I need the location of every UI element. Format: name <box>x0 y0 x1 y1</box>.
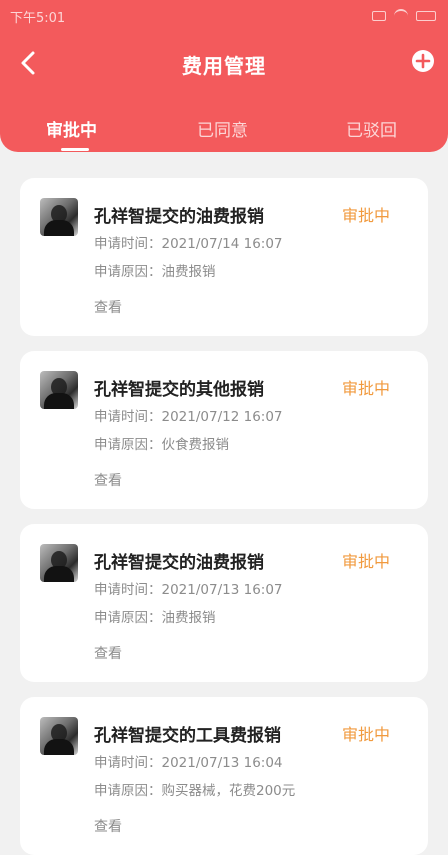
tab-indicator <box>61 148 89 151</box>
tab-approved[interactable]: 已同意 <box>197 116 248 141</box>
view-link[interactable]: 查看 <box>94 297 122 317</box>
status-badge: 审批中 <box>341 379 390 398</box>
view-link[interactable]: 查看 <box>94 643 122 663</box>
status-badge: 审批中 <box>341 725 390 744</box>
expense-card[interactable]: 孔祥智提交的工具费报销 审批中 申请时间：2021/07/13 16:04 申请… <box>20 697 428 855</box>
expense-card[interactable]: 孔祥智提交的油费报销 审批中 申请时间：2021/07/13 16:07 申请原… <box>20 524 428 682</box>
card-title: 孔祥智提交的其他报销 <box>94 380 264 400</box>
view-link[interactable]: 查看 <box>94 470 122 490</box>
add-button[interactable] <box>410 48 436 74</box>
apply-time: 申请时间：2021/07/13 16:07 <box>94 582 283 598</box>
status-badge: 审批中 <box>341 552 390 571</box>
tab-rejected[interactable]: 已驳回 <box>346 116 397 141</box>
apply-time: 申请时间：2021/07/14 16:07 <box>94 236 283 252</box>
apply-time: 申请时间：2021/07/13 16:04 <box>94 755 283 771</box>
status-time: 下午5:01 <box>10 11 66 26</box>
avatar <box>40 371 78 409</box>
avatar <box>40 544 78 582</box>
wifi-icon <box>394 9 408 23</box>
apply-reason: 申请原因：伙食费报销 <box>94 437 229 453</box>
plus-circle-icon <box>412 50 434 72</box>
apply-time: 申请时间：2021/07/12 16:07 <box>94 409 283 425</box>
apply-reason: 申请原因：油费报销 <box>94 264 216 280</box>
apply-reason: 申请原因：购买器械，花费200元 <box>94 783 296 799</box>
status-bar: 下午5:01 <box>0 0 448 32</box>
card-title: 孔祥智提交的工具费报销 <box>94 726 281 746</box>
avatar <box>40 198 78 236</box>
expense-card[interactable]: 孔祥智提交的其他报销 审批中 申请时间：2021/07/12 16:07 申请原… <box>20 351 428 509</box>
status-icons <box>372 9 436 23</box>
apply-reason: 申请原因：油费报销 <box>94 610 216 626</box>
card-title: 孔祥智提交的油费报销 <box>94 207 264 227</box>
expense-card[interactable]: 孔祥智提交的油费报销 审批中 申请时间：2021/07/14 16:07 申请原… <box>20 178 428 336</box>
tab-bar: 审批中 已同意 已驳回 <box>0 108 448 152</box>
status-badge: 审批中 <box>341 206 390 225</box>
tab-pending[interactable]: 审批中 <box>46 116 97 141</box>
card-title: 孔祥智提交的油费报销 <box>94 553 264 573</box>
view-link[interactable]: 查看 <box>94 816 122 836</box>
battery-icon <box>416 11 436 21</box>
header-bar: 下午5:01 费用管理 审批中 已同意 已驳回 <box>0 0 448 152</box>
avatar <box>40 717 78 755</box>
close-box-icon <box>372 11 386 21</box>
page-title: 费用管理 <box>182 54 266 78</box>
